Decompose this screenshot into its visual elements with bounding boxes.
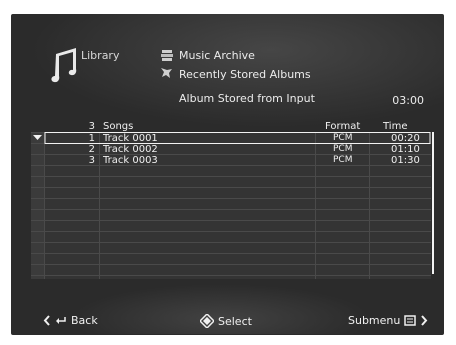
select-button[interactable]: Select bbox=[200, 314, 252, 328]
album-source-label: Album Stored from Input bbox=[179, 92, 315, 105]
recent-albums-icon bbox=[161, 68, 172, 78]
select-label: Select bbox=[218, 314, 252, 328]
chevron-left-icon bbox=[43, 315, 50, 326]
track-time: 01:10 bbox=[391, 143, 420, 155]
scrollbar[interactable] bbox=[432, 132, 434, 274]
song-count: 3 bbox=[88, 121, 95, 132]
track-format: PCM bbox=[333, 154, 353, 165]
col-format-header: Format bbox=[325, 121, 361, 132]
track-number: 1 bbox=[88, 132, 95, 144]
submenu-icon bbox=[404, 315, 417, 326]
library-label: Library bbox=[81, 49, 120, 62]
track-title: Track 0003 bbox=[103, 154, 158, 166]
table-row[interactable]: 3 Track 0003 PCM 01:30 bbox=[31, 155, 436, 166]
table-row[interactable]: 1 Track 0001 PCM 00:20 bbox=[31, 133, 436, 144]
footer-bar: Back Select Submenu bbox=[11, 310, 444, 335]
submenu-button[interactable]: Submenu bbox=[348, 314, 428, 327]
submenu-label: Submenu bbox=[348, 314, 401, 327]
album-duration: 03:00 bbox=[392, 94, 424, 107]
track-format: PCM bbox=[333, 132, 353, 143]
music-note-icon bbox=[51, 48, 77, 83]
track-title: Track 0002 bbox=[103, 143, 158, 155]
recent-albums-label: Recently Stored Albums bbox=[179, 68, 311, 81]
back-button[interactable]: Back bbox=[43, 314, 98, 327]
chevron-right-icon bbox=[421, 315, 428, 326]
select-diamond-icon bbox=[200, 314, 214, 328]
media-screen: Library Music Archive Recently Stored Al… bbox=[11, 14, 444, 335]
track-title: Track 0001 bbox=[103, 132, 158, 144]
track-time: 01:30 bbox=[391, 154, 420, 166]
track-number: 2 bbox=[88, 143, 95, 155]
col-songs-header: Songs bbox=[103, 121, 134, 132]
music-archive-label: Music Archive bbox=[179, 49, 255, 62]
track-format: PCM bbox=[333, 143, 353, 154]
archive-icon bbox=[161, 50, 173, 61]
track-table: 3 Songs Format Time 1 Track 0001 PCM 00:… bbox=[31, 121, 436, 279]
header: Library Music Archive Recently Stored Al… bbox=[11, 14, 444, 124]
return-icon bbox=[56, 317, 66, 324]
table-header-row: 3 Songs Format Time bbox=[31, 121, 436, 132]
col-time-header: Time bbox=[383, 121, 408, 132]
track-time: 00:20 bbox=[391, 132, 420, 144]
back-label: Back bbox=[71, 314, 98, 327]
track-number: 3 bbox=[88, 154, 95, 166]
table-row[interactable]: 2 Track 0002 PCM 01:10 bbox=[31, 144, 436, 155]
